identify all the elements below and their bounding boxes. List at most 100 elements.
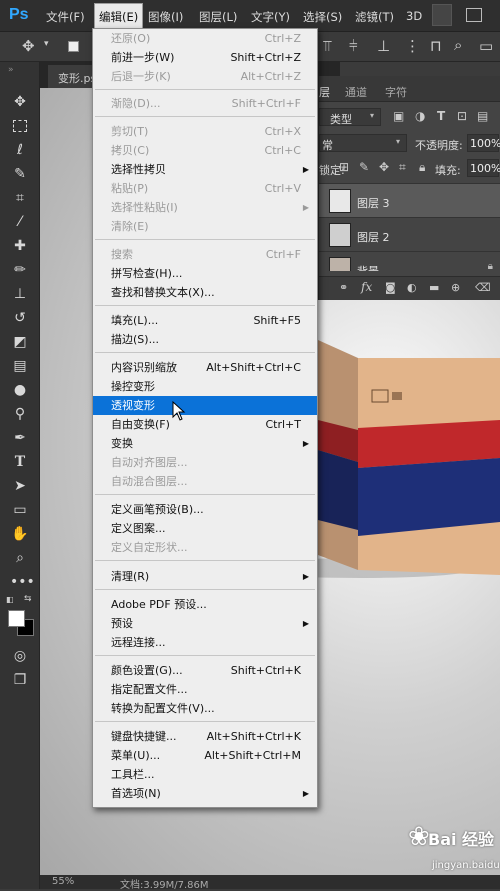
chevron-down-icon[interactable]: ▾: [44, 39, 49, 49]
menu-item-toolbar[interactable]: 工具栏...: [93, 765, 317, 784]
lock-pixels-icon[interactable]: ✎: [359, 160, 369, 174]
lock-artboard-icon[interactable]: ⌗: [399, 160, 406, 175]
add-mask-icon[interactable]: ◙: [385, 281, 396, 294]
rectangle-tool-icon[interactable]: ▭: [10, 500, 30, 520]
menu-edit[interactable]: 编辑(E): [94, 3, 144, 29]
eyedropper-tool-icon[interactable]: ⁄: [10, 212, 30, 232]
menu-item-fade[interactable]: 渐隐(D)... Shift+Ctrl+F: [93, 94, 317, 113]
window-minimize-button[interactable]: [432, 4, 452, 26]
quick-select-tool-icon[interactable]: ✎: [10, 164, 30, 184]
delete-layer-icon[interactable]: ⌫: [475, 281, 491, 294]
pen-tool-icon[interactable]: ✒: [10, 428, 30, 448]
hand-tool-icon[interactable]: ✋: [10, 524, 30, 544]
menu-item-perspective-warp[interactable]: 透视变形: [93, 396, 317, 415]
menu-type[interactable]: 文字(Y): [251, 9, 290, 25]
tab-character[interactable]: 字符: [385, 84, 407, 100]
align-bottom-icon[interactable]: ⊥: [377, 37, 390, 55]
blur-tool-icon[interactable]: ●: [10, 380, 30, 400]
menu-item-free-transform[interactable]: 自由变换(F) Ctrl+T: [93, 415, 317, 434]
crop-tool-icon[interactable]: ⌗: [10, 188, 30, 208]
dodge-tool-icon[interactable]: ⚲: [10, 404, 30, 424]
align-middle-icon[interactable]: ⫩: [349, 37, 358, 55]
menu-item-content-aware-scale[interactable]: 内容识别缩放 Alt+Shift+Ctrl+C: [93, 358, 317, 377]
menu-item-purge[interactable]: 清理(R) ▶: [93, 567, 317, 586]
collapse-icon[interactable]: »: [8, 65, 14, 75]
menu-item-presets[interactable]: 预设 ▶: [93, 614, 317, 633]
window-restore-button[interactable]: [466, 8, 482, 22]
menu-item-preferences[interactable]: 首选项(N) ▶: [93, 784, 317, 803]
shape-filter-icon[interactable]: ⊡: [457, 109, 467, 123]
menu-item-assign-profile[interactable]: 指定配置文件...: [93, 680, 317, 699]
menu-item-convert-profile[interactable]: 转换为配置文件(V)...: [93, 699, 317, 718]
image-filter-icon[interactable]: ▣: [393, 109, 404, 123]
menu-item-fill[interactable]: 填充(L)... Shift+F5: [93, 311, 317, 330]
layer-row[interactable]: 图层 3: [319, 183, 500, 217]
new-layer-icon[interactable]: ⊕: [451, 281, 460, 294]
menu-item-spell-check[interactable]: 拼写检查(H)...: [93, 264, 317, 283]
history-brush-icon[interactable]: ↺: [10, 308, 30, 328]
zoom-level[interactable]: 55%: [52, 876, 74, 887]
menu-item-step-forward[interactable]: 前进一步(W) Shift+Ctrl+Z: [93, 48, 317, 67]
distribute-icon[interactable]: ⋮: [405, 37, 420, 55]
menu-item-paste-special[interactable]: 选择性粘贴(I) ▶: [93, 198, 317, 217]
menu-item-auto-align[interactable]: 自动对齐图层...: [93, 453, 317, 472]
menu-item-step-backward[interactable]: 后退一步(K) Alt+Ctrl+Z: [93, 67, 317, 86]
healing-brush-icon[interactable]: ✚: [10, 236, 30, 256]
lock-position-icon[interactable]: ✥: [379, 160, 389, 174]
menu-image[interactable]: 图像(I): [148, 9, 183, 25]
menu-select[interactable]: 选择(S): [303, 9, 342, 25]
more-tools-icon[interactable]: •••: [10, 572, 35, 592]
menu-item-undo[interactable]: 还原(O) Ctrl+Z: [93, 29, 317, 48]
menu-item-clear[interactable]: 清除(E): [93, 217, 317, 236]
adjustment-filter-icon[interactable]: ◑: [415, 109, 425, 123]
move-tool-icon[interactable]: ✥: [10, 92, 30, 112]
new-group-icon[interactable]: ▬: [429, 281, 439, 294]
align-icon[interactable]: ⊓: [430, 37, 442, 55]
opacity-input[interactable]: 100%: [467, 134, 500, 152]
menu-item-menus[interactable]: 菜单(U)... Alt+Shift+Ctrl+M: [93, 746, 317, 765]
move-tool-icon[interactable]: ✥: [22, 37, 35, 55]
type-tool-icon[interactable]: T: [10, 452, 30, 472]
menu-item-define-brush[interactable]: 定义画笔预设(B)...: [93, 500, 317, 519]
lock-all-icon[interactable]: 🔒︎: [419, 160, 425, 175]
menu-item-cut[interactable]: 剪切(T) Ctrl+X: [93, 122, 317, 141]
menu-item-transform[interactable]: 变换 ▶: [93, 434, 317, 453]
search-icon[interactable]: ⌕: [454, 36, 462, 54]
stamp-tool-icon[interactable]: ⊥: [10, 284, 30, 304]
fill-input[interactable]: 100%: [467, 159, 500, 177]
menu-item-define-shape[interactable]: 定义自定形状...: [93, 538, 317, 557]
link-layers-icon[interactable]: ⚭: [339, 281, 348, 294]
menu-item-auto-blend[interactable]: 自动混合图层...: [93, 472, 317, 491]
marquee-tool-icon[interactable]: [10, 116, 30, 136]
brush-tool-icon[interactable]: ✏: [10, 260, 30, 280]
type-filter-icon[interactable]: T: [437, 109, 445, 123]
foreground-color-swatch[interactable]: [8, 610, 25, 627]
lasso-tool-icon[interactable]: ℓ: [10, 140, 30, 160]
blend-mode-select[interactable]: 常 ▾: [319, 134, 407, 152]
menu-item-color-settings[interactable]: 颜色设置(G)... Shift+Ctrl+K: [93, 661, 317, 680]
lock-transparent-icon[interactable]: ⊞: [339, 160, 349, 174]
menu-item-search[interactable]: 搜索 Ctrl+F: [93, 245, 317, 264]
screen-mode-icon[interactable]: ❐: [10, 670, 30, 690]
menu-3d[interactable]: 3D: [406, 9, 422, 23]
menu-item-pdf-presets[interactable]: Adobe PDF 预设...: [93, 595, 317, 614]
layer-row[interactable]: 图层 2: [319, 217, 500, 251]
swap-colors-icon[interactable]: ⇆: [24, 594, 32, 604]
layer-style-icon[interactable]: fx: [361, 280, 372, 294]
zoom-tool-icon[interactable]: ⌕: [10, 548, 30, 568]
smart-filter-icon[interactable]: ▤: [477, 109, 488, 123]
workspace-icon[interactable]: ▭: [479, 37, 493, 55]
layer-filter-select[interactable]: 类型 ▾: [319, 108, 381, 126]
menu-filter[interactable]: 滤镜(T): [355, 9, 394, 25]
menu-item-find-replace[interactable]: 查找和替换文本(X)...: [93, 283, 317, 302]
default-colors-icon[interactable]: ◧: [6, 595, 14, 604]
menu-item-puppet-warp[interactable]: 操控变形: [93, 377, 317, 396]
gradient-tool-icon[interactable]: ▤: [10, 356, 30, 376]
menu-item-keyboard-shortcuts[interactable]: 键盘快捷键... Alt+Shift+Ctrl+K: [93, 727, 317, 746]
quick-mask-icon[interactable]: ◎: [10, 646, 30, 666]
align-top-icon[interactable]: ⫪: [323, 37, 331, 55]
menu-file[interactable]: 文件(F): [46, 9, 85, 25]
layer-row[interactable]: 背景 🔒︎: [319, 251, 500, 271]
menu-item-copy[interactable]: 拷贝(C) Ctrl+C: [93, 141, 317, 160]
menu-item-define-pattern[interactable]: 定义图案...: [93, 519, 317, 538]
